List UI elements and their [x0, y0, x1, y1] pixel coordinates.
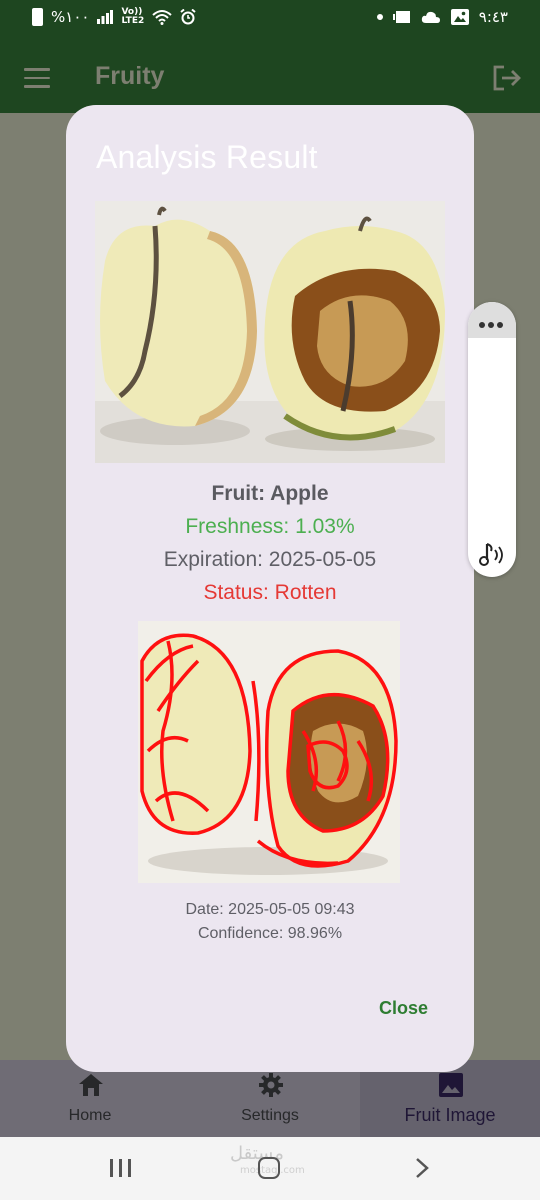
image-icon — [439, 1073, 463, 1097]
nav-label-fruit-image: Fruit Image — [404, 1105, 496, 1125]
floating-side-panel[interactable] — [468, 302, 516, 577]
status-bar: %١٠٠ Vo)) LTE2 ٩:٤٣ — [0, 0, 540, 40]
app-title: Fruity — [95, 62, 165, 90]
close-button[interactable]: Close — [379, 998, 428, 1019]
cloud-icon — [421, 11, 440, 23]
status-right: ٩:٤٣ — [376, 8, 508, 26]
logout-icon[interactable] — [492, 64, 522, 92]
fruit-photo — [95, 201, 445, 463]
analysis-result-dialog: Analysis Result Fruit: Apple Freshness: … — [66, 105, 474, 1072]
battery-icon — [32, 8, 43, 26]
alarm-icon — [180, 9, 196, 25]
panel-handle[interactable] — [468, 302, 516, 338]
network-type: Vo)) LTE2 — [121, 7, 145, 26]
gallery-icon — [450, 9, 469, 25]
back-chevron-icon[interactable] — [412, 1157, 432, 1179]
clock: ٩:٤٣ — [478, 8, 508, 26]
fruit-name: Fruit: Apple — [211, 482, 329, 505]
dialog-title: Analysis Result — [96, 139, 318, 175]
analysis-date: Date: 2025-05-05 09:43 — [185, 901, 355, 918]
signal-icon — [97, 10, 114, 24]
media-icon — [392, 11, 410, 23]
segmented-fruit-photo — [138, 621, 400, 883]
notification-dot-icon — [376, 14, 383, 20]
status-value: Status: Rotten — [203, 581, 337, 604]
app-bar: Fruity — [0, 40, 540, 113]
gear-icon — [259, 1073, 283, 1097]
home-button-icon[interactable] — [258, 1157, 280, 1179]
more-dots-icon[interactable] — [479, 322, 503, 328]
menu-icon[interactable] — [24, 68, 50, 88]
freshness-value: Freshness: 1.03% — [185, 515, 355, 538]
nav-label-settings: Settings — [241, 1107, 299, 1124]
wifi-icon — [152, 10, 172, 25]
recent-apps-icon[interactable] — [110, 1159, 132, 1177]
status-left: %١٠٠ Vo)) LTE2 — [32, 8, 196, 26]
confidence-value: Confidence: 98.96% — [197, 925, 343, 942]
system-navigation-bar: مستقل mostaql.com — [0, 1137, 540, 1200]
home-icon — [79, 1074, 103, 1096]
audio-note-icon[interactable] — [476, 540, 508, 570]
expiration-date: Expiration: 2025-05-05 — [163, 548, 377, 571]
battery-percent: %١٠٠ — [51, 8, 90, 26]
nav-label-home: Home — [68, 1107, 112, 1124]
